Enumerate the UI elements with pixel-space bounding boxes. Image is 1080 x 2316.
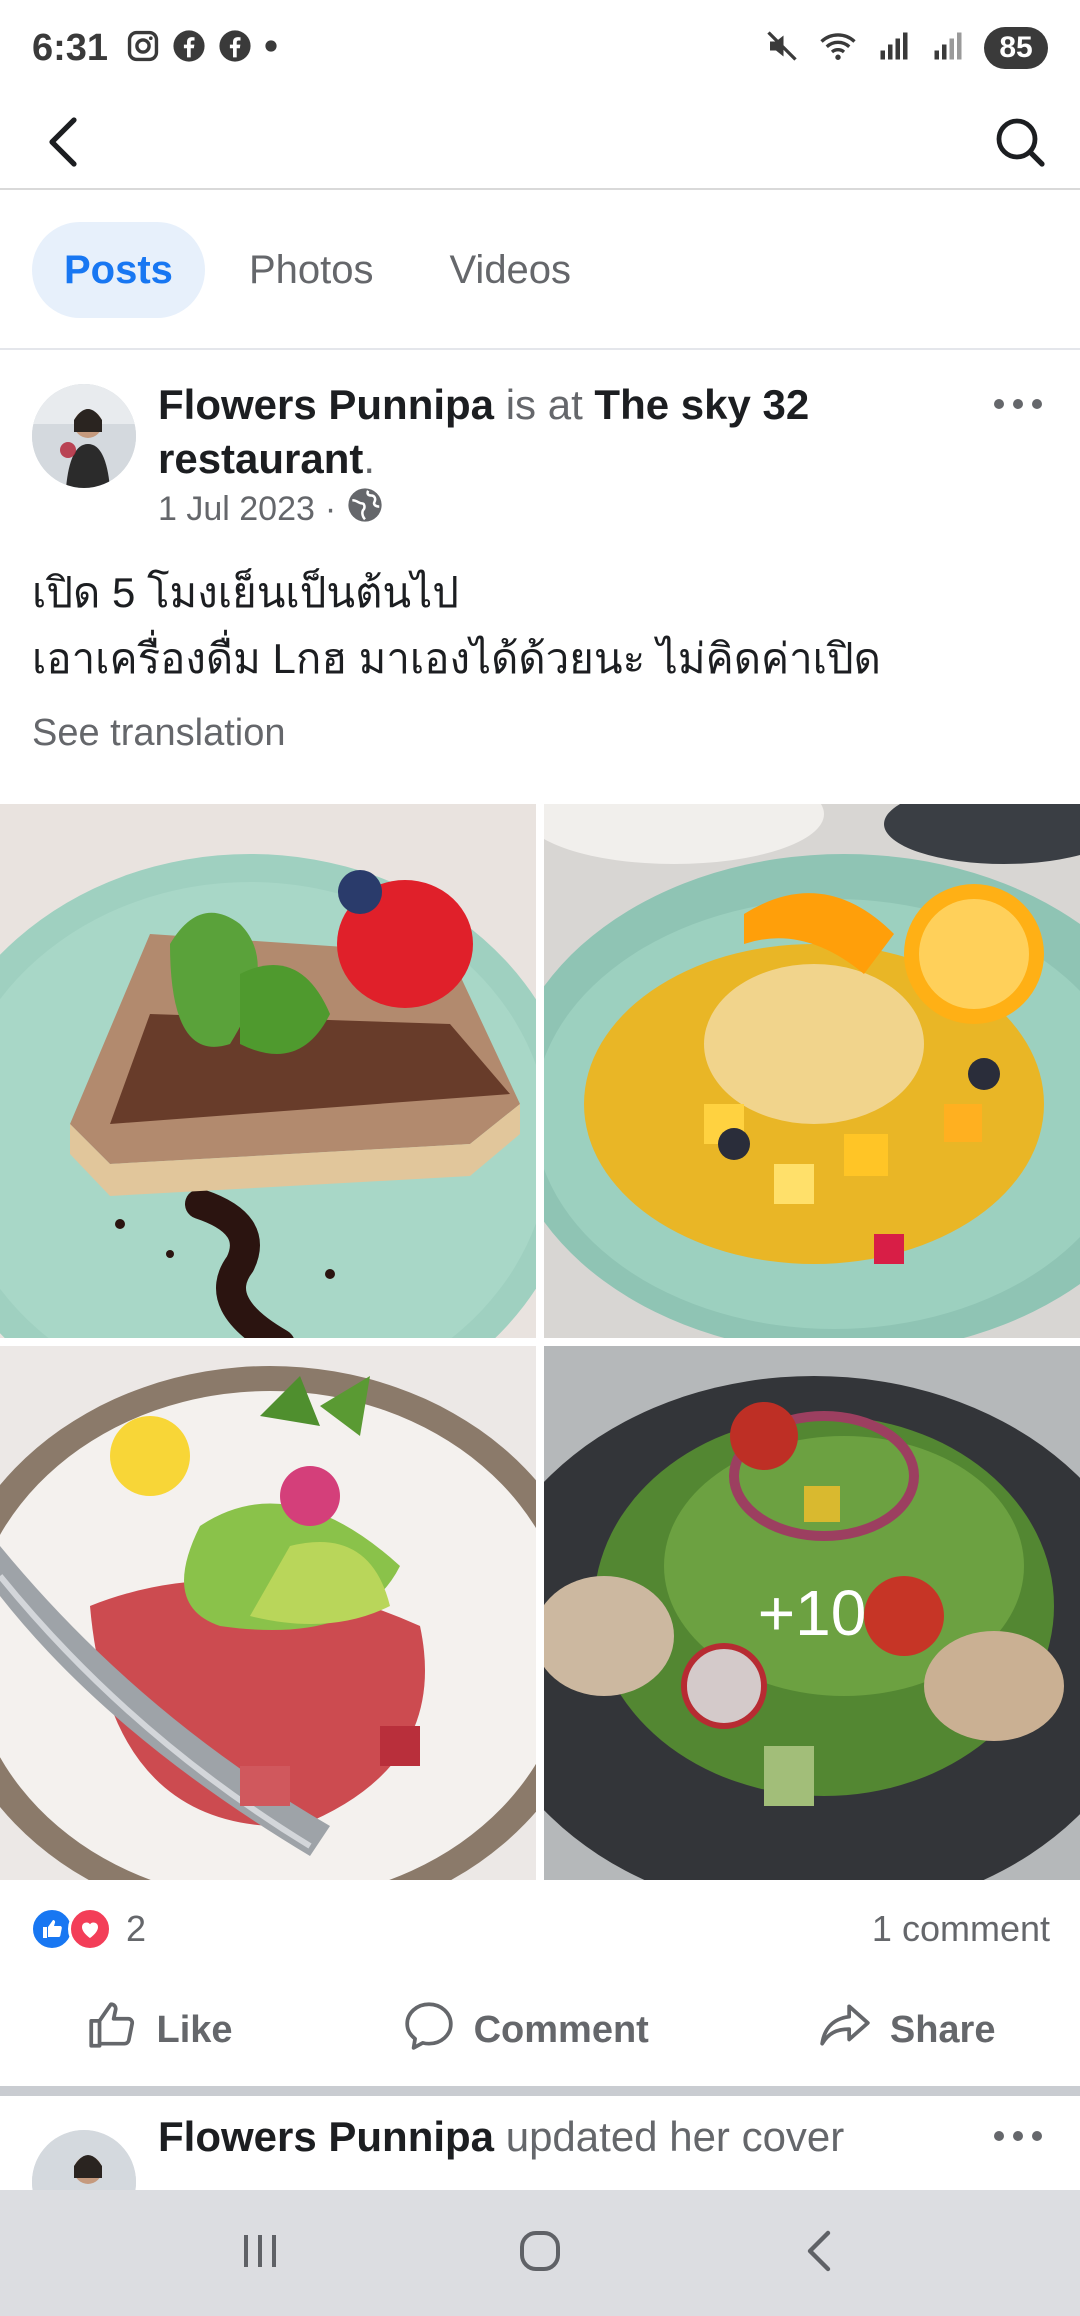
tab-photos[interactable]: Photos (217, 222, 406, 318)
back-arrow-icon (44, 116, 84, 173)
more-photos-overlay[interactable]: +10 (544, 1346, 1080, 1880)
comment-label: Comment (473, 2008, 649, 2051)
photo-tuna-avocado[interactable] (0, 1346, 536, 1880)
photo-scallop-salad[interactable]: +10 (544, 1346, 1080, 1880)
share-label: Share (889, 2008, 996, 2051)
author-name[interactable]: Flowers Punnipa (158, 2113, 494, 2160)
next-post-header: Flowers Punnipa updated her cover (32, 2110, 1048, 2190)
checkin-connector: is at (494, 381, 595, 428)
post-options-button[interactable] (988, 386, 1048, 426)
back-icon (800, 2227, 840, 2280)
status-time: 6:31 (32, 26, 109, 69)
photo-mango-dessert[interactable] (544, 804, 1080, 1338)
search-button[interactable] (988, 112, 1052, 176)
app-header (0, 96, 1080, 190)
post-options-button[interactable] (988, 2118, 1048, 2158)
more-options-icon (992, 2129, 1044, 2148)
post-separator (0, 2086, 1080, 2096)
see-translation-link[interactable]: See translation (32, 712, 286, 755)
system-navigation-bar (0, 2190, 1080, 2316)
tab-videos[interactable]: Videos (417, 222, 603, 318)
post-action-text: updated her cover (494, 2113, 845, 2160)
home-icon (516, 2227, 564, 2280)
battery-indicator: 85 (984, 27, 1048, 69)
like-label: Like (156, 2008, 233, 2051)
post-title: Flowers Punnipa is at The sky 32 restaur… (158, 378, 958, 486)
home-button[interactable] (500, 2213, 580, 2293)
tab-posts[interactable]: Posts (32, 222, 205, 318)
post-actions: Like Comment Share (0, 1990, 1080, 2070)
thumbs-up-icon (85, 1998, 139, 2062)
meta-separator: · (324, 490, 337, 528)
recent-apps-icon (236, 2229, 284, 2278)
post-text-line: เปิด 5 โมงเย็นเป็นต้นไป (32, 569, 459, 616)
search-icon (994, 116, 1046, 173)
photo-chocolate-cake[interactable] (0, 804, 536, 1338)
avatar[interactable] (32, 2130, 136, 2190)
post-date[interactable]: 1 Jul 2023 (158, 490, 315, 529)
comment-count[interactable]: 1 comment (872, 1908, 1050, 1950)
more-options-icon (992, 397, 1044, 416)
reaction-count[interactable]: 2 (126, 1908, 146, 1950)
share-icon (818, 1998, 872, 2062)
facebook-icon (172, 29, 206, 68)
love-reaction-icon (68, 1907, 112, 1951)
comment-button[interactable]: Comment (402, 1998, 649, 2062)
title-period: . (363, 435, 376, 482)
comment-icon (402, 1998, 456, 2062)
post-header: Flowers Punnipa is at The sky 32 restaur… (32, 378, 1048, 538)
instagram-icon (126, 29, 160, 68)
post-text: เปิด 5 โมงเย็นเป็นต้นไป เอาเครื่องดื่ม L… (32, 560, 1048, 692)
wifi-icon (818, 28, 858, 69)
photo-grid: +10 (0, 804, 1080, 1884)
avatar[interactable] (32, 384, 136, 488)
back-button[interactable] (34, 114, 94, 174)
nav-back-button[interactable] (780, 2213, 860, 2293)
next-post-title: Flowers Punnipa updated her cover (158, 2110, 958, 2164)
reaction-icons[interactable] (30, 1907, 112, 1951)
status-bar: 6:31 85 (0, 0, 1080, 96)
reactions-row: 2 1 comment (30, 1904, 1050, 1954)
share-button[interactable]: Share (818, 1998, 996, 2062)
like-button[interactable]: Like (85, 1998, 233, 2062)
status-notification-icons (126, 29, 278, 68)
author-name[interactable]: Flowers Punnipa (158, 381, 494, 428)
globe-icon (346, 486, 384, 533)
status-system-icons: 85 (764, 27, 1048, 69)
recent-apps-button[interactable] (220, 2213, 300, 2293)
mute-icon (764, 28, 800, 69)
profile-tabs: Posts Photos Videos (32, 222, 603, 318)
signal-icon (930, 28, 966, 69)
tabs-divider (0, 348, 1080, 350)
facebook-icon (218, 29, 252, 68)
signal-icon (876, 28, 912, 69)
post-text-line: เอาเครื่องดื่ม Lกฮ มาเองได้ด้วยนะ ไม่คิด… (32, 635, 881, 682)
post-meta: 1 Jul 2023 · (158, 486, 384, 533)
dot-icon (264, 39, 278, 58)
